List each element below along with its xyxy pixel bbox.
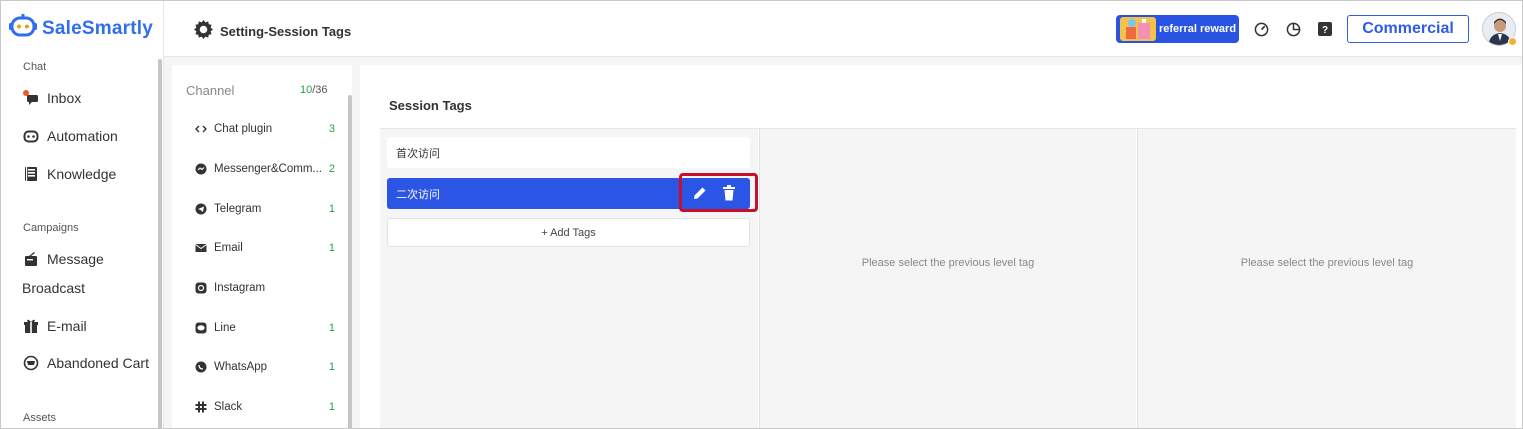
sidebar-item-automation[interactable]: Automation [23, 128, 118, 144]
tag-level-1-column: 首次访问 二次访问 + Add Tags [380, 129, 758, 428]
plan-commercial-button[interactable]: Commercial [1347, 15, 1469, 43]
code-icon [195, 123, 207, 135]
sidebar-item-message-broadcast[interactable]: Message [23, 251, 104, 267]
channel-item-slack[interactable]: Slack 1 [195, 399, 335, 415]
slack-icon [195, 401, 207, 413]
channel-usage-count: 10/36 [300, 84, 328, 96]
cart-icon [23, 355, 39, 371]
channel-name: Email [214, 242, 243, 254]
sidebar-item-label: Knowledge [47, 166, 117, 182]
sidebar-item-label: Abandoned Cart [47, 355, 149, 371]
robot-icon [23, 128, 39, 144]
sidebar-item-inbox[interactable]: Inbox [23, 90, 81, 106]
channel-name: WhatsApp [214, 361, 268, 373]
empty-state-text: Please select the previous level tag [861, 257, 1035, 269]
page-title-text: Setting-Session Tags [220, 23, 352, 39]
channel-count: 3 [328, 123, 335, 135]
referral-reward-button[interactable]: referral reward [1116, 15, 1239, 43]
channel-name: Telegram [214, 203, 262, 215]
channel-name: Line [214, 322, 236, 334]
brand-logo[interactable]: SaleSmartly [9, 14, 153, 43]
nav-section-assets: Assets [23, 412, 57, 424]
page-title: Setting-Session Tags [194, 20, 351, 42]
telegram-icon [195, 203, 207, 215]
channel-item-whatsapp[interactable]: WhatsApp 1 [195, 359, 335, 375]
channel-total-count: /36 [312, 84, 328, 96]
nav-section-campaigns: Campaigns [23, 222, 79, 234]
messenger-icon [195, 163, 207, 175]
referral-reward-label: referral reward [1159, 23, 1237, 35]
channel-item-instagram[interactable]: Instagram [195, 280, 335, 296]
channel-item-line[interactable]: Line 1 [195, 320, 335, 336]
mail-icon [195, 242, 207, 254]
top-header: Setting-Session Tags referral reward ? C… [164, 1, 1522, 57]
sidebar-item-label: Automation [47, 128, 118, 144]
tag-label: 二次访问 [396, 188, 440, 201]
add-tags-button[interactable]: + Add Tags [387, 218, 750, 247]
channel-count: 1 [328, 401, 335, 413]
channel-name: Instagram [214, 282, 266, 294]
tag-level-3-column: Please select the previous level tag [1137, 129, 1516, 428]
empty-state-text: Please select the previous level tag [1240, 257, 1414, 269]
gift-box-icon [1120, 17, 1156, 46]
gear-icon [194, 20, 213, 42]
tag-level-2-column: Please select the previous level tag [759, 129, 1136, 428]
session-tags-panel: Session Tags 首次访问 二次访问 + Add Tags Please… [360, 65, 1522, 428]
highlight-box [679, 173, 758, 212]
robot-logo-icon [9, 14, 37, 43]
sidebar-item-abandoned-cart[interactable]: Abandoned Cart [23, 355, 149, 371]
app-window: SaleSmartly Chat Inbox Automation Knowle… [0, 0, 1523, 429]
channel-count: 1 [328, 361, 335, 373]
instagram-icon [195, 282, 207, 294]
svg-text:?: ? [1322, 25, 1328, 36]
sidebar-item-label: E-mail [47, 318, 87, 334]
channel-count: 2 [328, 163, 335, 175]
tag-item[interactable]: 首次访问 [387, 137, 750, 168]
channel-item-chat-plugin[interactable]: Chat plugin 3 [195, 121, 335, 137]
sidebar-scrollbar[interactable] [158, 59, 162, 428]
sidebar-item-email[interactable]: E-mail [23, 318, 87, 334]
speed-dashboard-icon[interactable] [1253, 21, 1269, 37]
channel-used-count: 10 [300, 84, 313, 96]
channel-name: Messenger&Comm... [214, 163, 323, 175]
book-icon [23, 166, 39, 182]
channel-count: 1 [328, 322, 335, 334]
channel-item-telegram[interactable]: Telegram 1 [195, 201, 335, 217]
channel-item-messenger[interactable]: Messenger&Comm... 2 [195, 161, 335, 177]
sidebar-item-label-line2[interactable]: Broadcast [22, 280, 85, 296]
sidebar-item-label: Message [47, 251, 104, 267]
pie-chart-icon[interactable] [1285, 21, 1301, 37]
channel-name: Chat plugin [214, 123, 273, 135]
brand-name: SaleSmartly [42, 17, 153, 39]
channel-name: Slack [214, 401, 243, 413]
sidebar-item-knowledge[interactable]: Knowledge [23, 166, 116, 182]
whatsapp-icon [195, 361, 207, 373]
line-icon [195, 322, 207, 334]
channel-panel: Channel 10/36 Chat plugin 3 Messenger&Co… [172, 65, 352, 428]
gift-icon [23, 318, 39, 334]
channel-panel-title: Channel [186, 83, 235, 98]
session-tags-title: Session Tags [389, 98, 472, 113]
left-nav: SaleSmartly Chat Inbox Automation Knowle… [1, 1, 164, 428]
channel-scrollbar[interactable] [348, 95, 352, 428]
channel-count: 1 [328, 203, 335, 215]
inbox-icon [23, 90, 39, 106]
broadcast-icon [23, 251, 39, 267]
status-badge-icon [1508, 37, 1517, 46]
channel-item-email[interactable]: Email 1 [195, 240, 335, 256]
sidebar-item-label: Inbox [47, 90, 82, 106]
channel-count: 1 [328, 242, 335, 254]
tag-label: 首次访问 [396, 147, 440, 160]
nav-section-chat: Chat [23, 61, 47, 73]
help-icon[interactable]: ? [1317, 21, 1333, 37]
